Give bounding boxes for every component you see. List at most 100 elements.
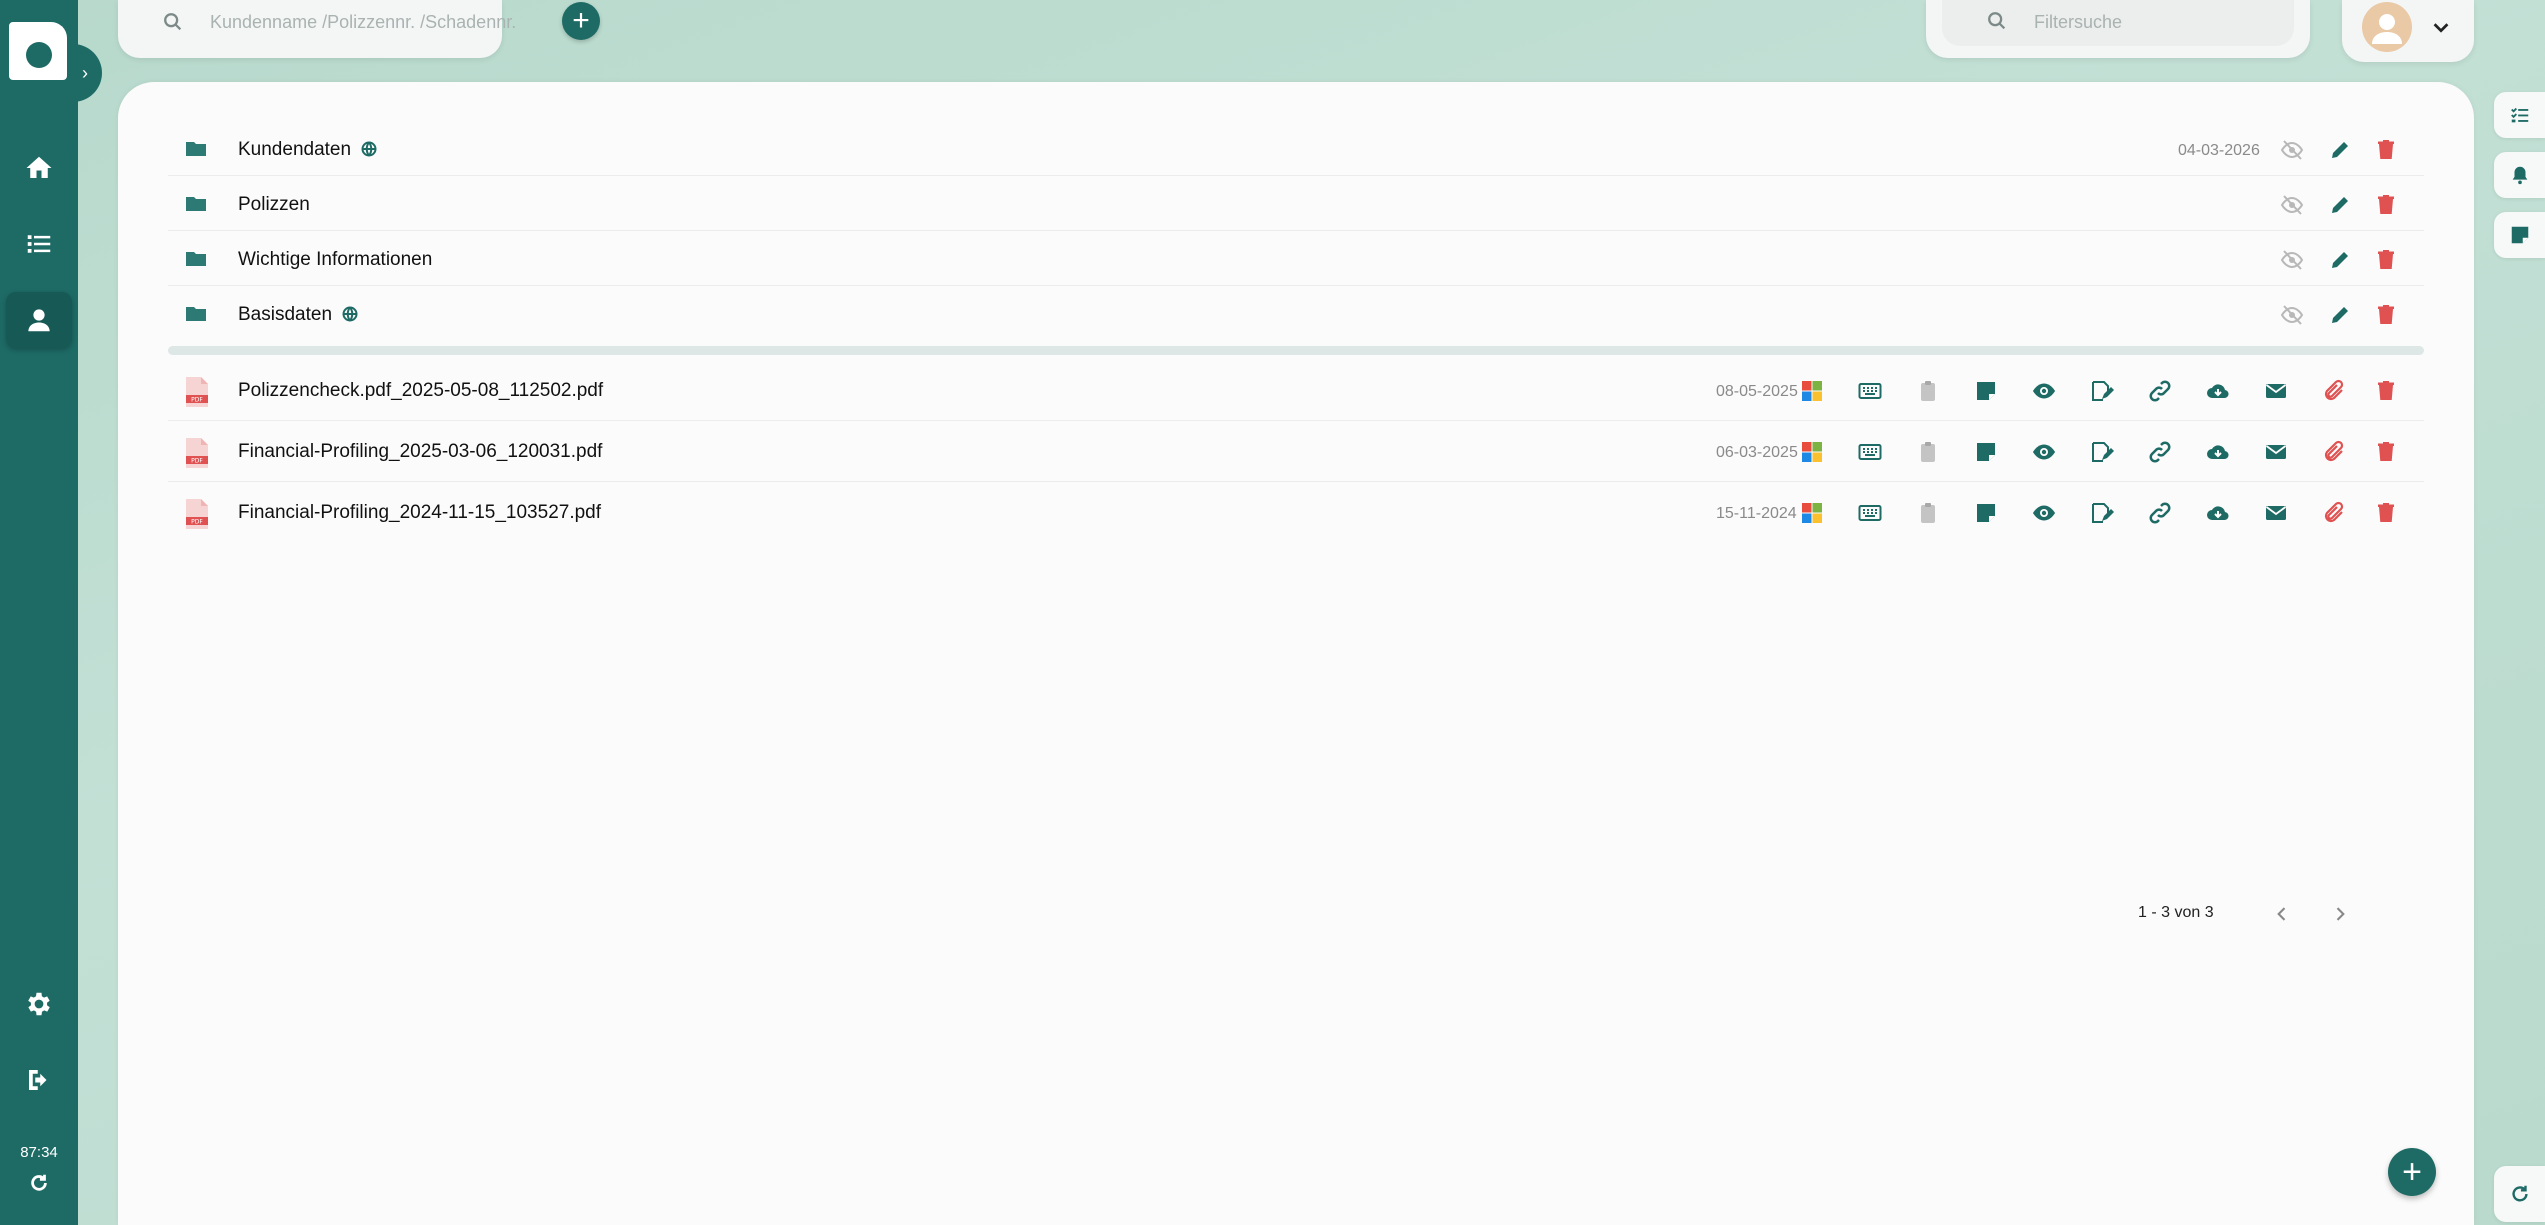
sign-button[interactable]	[2088, 377, 2116, 405]
clipboard-button[interactable]	[1914, 377, 1942, 405]
paperclip-icon	[2324, 440, 2344, 462]
note-button[interactable]	[1972, 377, 2000, 405]
refresh-tab[interactable]	[2494, 1166, 2545, 1222]
add-document-button[interactable]: +	[2388, 1148, 2436, 1196]
delete-button[interactable]	[2372, 438, 2400, 466]
customer-search-input[interactable]	[210, 8, 560, 36]
attach-button[interactable]	[2320, 499, 2348, 527]
office-button[interactable]	[1798, 438, 1826, 466]
delete-button[interactable]	[2372, 301, 2400, 329]
add-customer-button[interactable]: +	[562, 2, 600, 40]
notes-tab[interactable]	[2494, 212, 2545, 258]
app-logo[interactable]	[9, 22, 67, 80]
link-button[interactable]	[2146, 377, 2174, 405]
trash-icon	[2378, 305, 2394, 324]
filter-search-input[interactable]	[2034, 8, 2274, 36]
folder-name: Kundendaten	[238, 139, 352, 160]
eye-icon	[2033, 444, 2055, 460]
nav-customer-button[interactable]	[6, 292, 72, 348]
paperclip-icon	[2324, 501, 2344, 523]
cloud-download-icon	[2207, 506, 2229, 521]
download-button[interactable]	[2204, 499, 2232, 527]
windows-icon	[1802, 503, 1822, 523]
sign-button[interactable]	[2088, 438, 2116, 466]
file-row[interactable]: PDF Financial-Profiling_2024-11-15_10352…	[168, 482, 2424, 543]
sticky-note-icon	[1977, 443, 1995, 461]
file-row[interactable]: PDF Financial-Profiling_2025-03-06_12003…	[168, 421, 2424, 482]
nav-list-button[interactable]	[6, 216, 72, 272]
file-name[interactable]: Financial-Profiling_2025-03-06_120031.pd…	[238, 441, 602, 463]
clipboard-icon	[1921, 442, 1935, 462]
keyboard-button[interactable]	[1856, 499, 1884, 527]
previous-page-button[interactable]	[2268, 900, 2296, 928]
office-button[interactable]	[1798, 377, 1826, 405]
file-row[interactable]: PDF Polizzencheck.pdf_2025-05-08_112502.…	[168, 360, 2424, 421]
file-name[interactable]: Polizzencheck.pdf_2025-05-08_112502.pdf	[238, 380, 603, 402]
email-button[interactable]	[2262, 438, 2290, 466]
email-button[interactable]	[2262, 499, 2290, 527]
note-button[interactable]	[1972, 438, 2000, 466]
keyboard-button[interactable]	[1856, 438, 1884, 466]
chevron-down-icon[interactable]	[2430, 16, 2452, 43]
chevron-right-icon: ›	[82, 62, 88, 83]
sticky-note-icon	[1977, 504, 1995, 522]
file-name[interactable]: Financial-Profiling_2024-11-15_103527.pd…	[238, 502, 601, 524]
eye-icon	[2033, 383, 2055, 399]
trash-icon	[2378, 250, 2394, 269]
edit-button[interactable]	[2326, 246, 2354, 274]
download-button[interactable]	[2204, 377, 2232, 405]
hide-button[interactable]	[2278, 246, 2306, 274]
view-button[interactable]	[2030, 377, 2058, 405]
trash-icon	[2378, 195, 2394, 214]
clipboard-button[interactable]	[1914, 499, 1942, 527]
sidebar-expand-button[interactable]: ›	[68, 44, 102, 102]
folder-row[interactable]: Kundendaten 04-03-2026	[168, 122, 2424, 176]
filter-search-field	[1942, 0, 2294, 46]
folder-row[interactable]: Polizzen	[168, 177, 2424, 231]
pdf-icon: PDF	[184, 376, 210, 408]
file-date: 06-03-2025	[1716, 444, 1798, 461]
sign-button[interactable]	[2088, 499, 2116, 527]
attach-button[interactable]	[2320, 438, 2348, 466]
sidebar: › 87:34	[0, 0, 102, 1225]
edit-button[interactable]	[2326, 301, 2354, 329]
windows-icon	[1802, 381, 1822, 401]
download-button[interactable]	[2204, 438, 2232, 466]
user-menu[interactable]	[2342, 0, 2474, 62]
email-button[interactable]	[2262, 377, 2290, 405]
link-button[interactable]	[2146, 499, 2174, 527]
view-button[interactable]	[2030, 499, 2058, 527]
delete-button[interactable]	[2372, 191, 2400, 219]
hide-button[interactable]	[2278, 136, 2306, 164]
link-button[interactable]	[2146, 438, 2174, 466]
eye-off-icon	[2280, 305, 2304, 325]
delete-button[interactable]	[2372, 499, 2400, 527]
customer-search-bar: +	[118, 0, 600, 58]
delete-button[interactable]	[2372, 246, 2400, 274]
edit-button[interactable]	[2326, 191, 2354, 219]
next-page-button[interactable]	[2326, 900, 2354, 928]
hide-button[interactable]	[2278, 301, 2306, 329]
plus-icon: +	[572, 4, 590, 37]
trash-icon	[2378, 140, 2394, 159]
view-button[interactable]	[2030, 438, 2058, 466]
avatar[interactable]	[2362, 2, 2412, 52]
clipboard-button[interactable]	[1914, 438, 1942, 466]
delete-button[interactable]	[2372, 136, 2400, 164]
hide-button[interactable]	[2278, 191, 2306, 219]
notifications-tab[interactable]	[2494, 152, 2545, 198]
nav-settings-button[interactable]	[6, 976, 72, 1032]
folder-row[interactable]: Wichtige Informationen	[168, 232, 2424, 286]
keyboard-button[interactable]	[1856, 377, 1884, 405]
nav-home-button[interactable]	[6, 140, 72, 196]
delete-button[interactable]	[2372, 377, 2400, 405]
edit-button[interactable]	[2326, 136, 2354, 164]
envelope-icon	[2265, 445, 2287, 459]
nav-logout-button[interactable]	[6, 1052, 72, 1108]
attach-button[interactable]	[2320, 377, 2348, 405]
session-refresh-button[interactable]	[24, 1168, 54, 1198]
tasks-tab[interactable]	[2494, 92, 2545, 138]
note-button[interactable]	[1972, 499, 2000, 527]
folder-row[interactable]: Basisdaten	[168, 287, 2424, 341]
office-button[interactable]	[1798, 499, 1826, 527]
